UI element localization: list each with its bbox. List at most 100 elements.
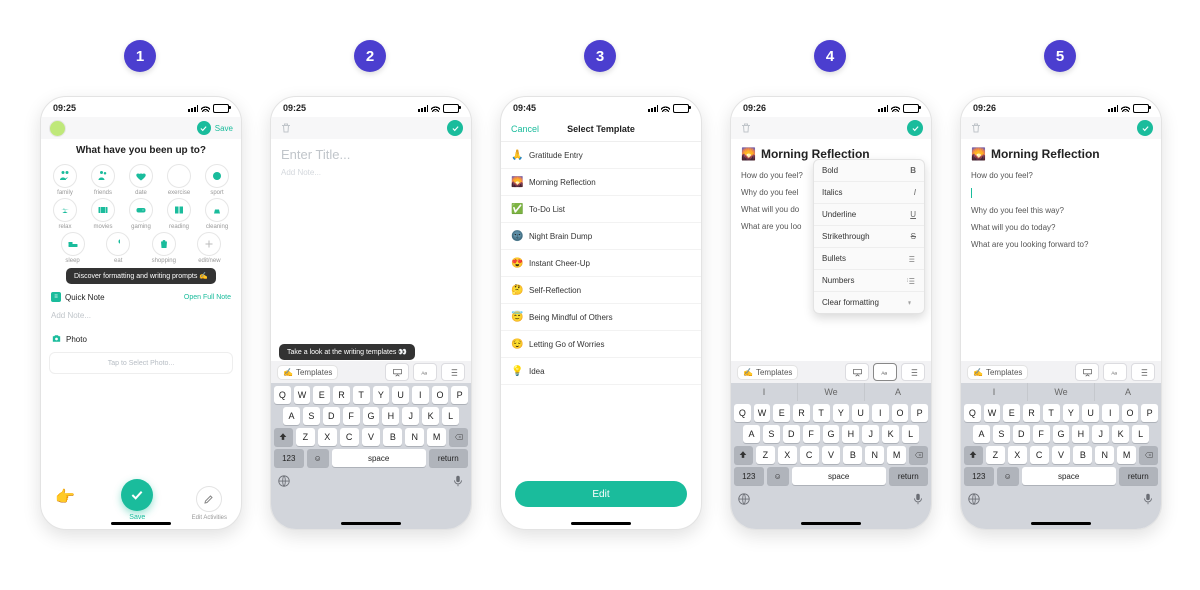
numeric-key[interactable]: 123 bbox=[964, 467, 994, 485]
prompt-text[interactable]: How do you feel? bbox=[971, 167, 1151, 184]
key-E[interactable]: E bbox=[1003, 404, 1020, 422]
activity-date[interactable]: date bbox=[123, 164, 159, 196]
activity-edit[interactable]: edit/new bbox=[191, 232, 227, 264]
key-K[interactable]: K bbox=[422, 407, 439, 425]
prediction[interactable]: I bbox=[731, 383, 798, 401]
key-J[interactable]: J bbox=[1092, 425, 1109, 443]
template-row[interactable]: 😇Being Mindful of Others bbox=[501, 304, 701, 331]
prediction[interactable]: We bbox=[1028, 383, 1095, 401]
list-format-button[interactable] bbox=[1131, 363, 1155, 381]
hide-keyboard-button[interactable] bbox=[845, 363, 869, 381]
mood-avatar[interactable] bbox=[49, 120, 66, 137]
save-main-button[interactable]: Save bbox=[121, 479, 153, 521]
shift-key[interactable] bbox=[734, 446, 753, 464]
key-C[interactable]: C bbox=[800, 446, 819, 464]
format-underline[interactable]: UnderlineU bbox=[814, 204, 924, 226]
shift-key[interactable] bbox=[274, 428, 293, 446]
key-W[interactable]: W bbox=[294, 386, 311, 404]
key-U[interactable]: U bbox=[852, 404, 869, 422]
edit-templates-button[interactable]: Edit bbox=[515, 481, 687, 507]
trash-icon[interactable] bbox=[969, 121, 983, 135]
backspace-key[interactable] bbox=[909, 446, 928, 464]
key-Z[interactable]: Z bbox=[756, 446, 775, 464]
key-S[interactable]: S bbox=[303, 407, 320, 425]
prompt-text[interactable]: What are you looking forward to? bbox=[971, 236, 1151, 253]
key-X[interactable]: X bbox=[778, 446, 797, 464]
key-F[interactable]: F bbox=[803, 425, 820, 443]
text-format-button[interactable]: Aa bbox=[873, 363, 897, 381]
key-L[interactable]: L bbox=[442, 407, 459, 425]
prediction[interactable]: A bbox=[1095, 383, 1161, 401]
key-T[interactable]: T bbox=[1043, 404, 1060, 422]
globe-icon[interactable] bbox=[277, 474, 291, 488]
confirm-button[interactable] bbox=[1137, 120, 1153, 136]
key-V[interactable]: V bbox=[822, 446, 841, 464]
key-P[interactable]: P bbox=[1141, 404, 1158, 422]
key-F[interactable]: F bbox=[1033, 425, 1050, 443]
format-numbers[interactable]: Numbers12 bbox=[814, 270, 924, 292]
key-Q[interactable]: Q bbox=[734, 404, 751, 422]
key-D[interactable]: D bbox=[323, 407, 340, 425]
key-E[interactable]: E bbox=[313, 386, 330, 404]
globe-icon[interactable] bbox=[967, 492, 981, 506]
confirm-button[interactable] bbox=[447, 120, 463, 136]
space-key[interactable]: space bbox=[792, 467, 886, 485]
key-A[interactable]: A bbox=[283, 407, 300, 425]
activity-gaming[interactable]: gaming bbox=[123, 198, 159, 230]
key-J[interactable]: J bbox=[862, 425, 879, 443]
return-key[interactable]: return bbox=[1119, 467, 1158, 485]
template-row[interactable]: 😍Instant Cheer-Up bbox=[501, 250, 701, 277]
key-I[interactable]: I bbox=[1102, 404, 1119, 422]
key-D[interactable]: D bbox=[783, 425, 800, 443]
keyboard[interactable]: IWeAQWERTYUIOPASDFGHJKLZXCVBNM123☺spacer… bbox=[731, 383, 931, 529]
return-key[interactable]: return bbox=[889, 467, 928, 485]
activity-shopping[interactable]: shopping bbox=[146, 232, 182, 264]
key-Z[interactable]: Z bbox=[986, 446, 1005, 464]
prediction[interactable]: A bbox=[865, 383, 931, 401]
key-C[interactable]: C bbox=[1030, 446, 1049, 464]
activity-relax[interactable]: relax bbox=[47, 198, 83, 230]
prompt-text[interactable]: What will you do today? bbox=[971, 219, 1151, 236]
key-P[interactable]: P bbox=[451, 386, 468, 404]
key-X[interactable]: X bbox=[318, 428, 337, 446]
text-format-button[interactable]: Aa bbox=[1103, 363, 1127, 381]
template-row[interactable]: 🙏Gratitude Entry bbox=[501, 142, 701, 169]
shift-key[interactable] bbox=[964, 446, 983, 464]
keyboard[interactable]: QWERTYUIOPASDFGHJKLZXCVBNM123☺spaceretur… bbox=[271, 383, 471, 529]
format-bullets[interactable]: Bullets bbox=[814, 248, 924, 270]
activity-sport[interactable]: sport bbox=[199, 164, 235, 196]
key-U[interactable]: U bbox=[392, 386, 409, 404]
key-B[interactable]: B bbox=[1073, 446, 1092, 464]
activity-sleep[interactable]: sleep bbox=[55, 232, 91, 264]
template-row[interactable]: 💡Idea bbox=[501, 358, 701, 385]
key-M[interactable]: M bbox=[887, 446, 906, 464]
key-P[interactable]: P bbox=[911, 404, 928, 422]
activity-movies[interactable]: movies bbox=[85, 198, 121, 230]
space-key[interactable]: space bbox=[332, 449, 426, 467]
templates-button[interactable]: ✍️ Templates bbox=[277, 365, 338, 380]
key-K[interactable]: K bbox=[882, 425, 899, 443]
key-B[interactable]: B bbox=[843, 446, 862, 464]
key-N[interactable]: N bbox=[865, 446, 884, 464]
keyboard[interactable]: IWeAQWERTYUIOPASDFGHJKLZXCVBNM123☺spacer… bbox=[961, 383, 1161, 529]
templates-button[interactable]: ✍️ Templates bbox=[737, 365, 798, 380]
emoji-key[interactable]: ☺ bbox=[997, 467, 1019, 485]
key-K[interactable]: K bbox=[1112, 425, 1129, 443]
template-row[interactable]: 🌄Morning Reflection bbox=[501, 169, 701, 196]
key-X[interactable]: X bbox=[1008, 446, 1027, 464]
template-row[interactable]: 🌚Night Brain Dump bbox=[501, 223, 701, 250]
format-clear-formatting[interactable]: Clear formattingT bbox=[814, 292, 924, 313]
template-row[interactable]: 😌Letting Go of Worries bbox=[501, 331, 701, 358]
photo-picker[interactable]: Tap to Select Photo... bbox=[49, 352, 233, 374]
activity-eat[interactable]: eat bbox=[100, 232, 136, 264]
mic-icon[interactable] bbox=[451, 474, 465, 488]
prompt-text[interactable]: Why do you feel this way? bbox=[971, 202, 1151, 219]
list-format-button[interactable] bbox=[901, 363, 925, 381]
key-S[interactable]: S bbox=[763, 425, 780, 443]
key-Q[interactable]: Q bbox=[274, 386, 291, 404]
home-indicator[interactable] bbox=[341, 522, 401, 525]
format-bold[interactable]: BoldB bbox=[814, 160, 924, 182]
key-T[interactable]: T bbox=[353, 386, 370, 404]
keyboard-predictions[interactable]: IWeA bbox=[731, 383, 931, 401]
activity-friends[interactable]: friends bbox=[85, 164, 121, 196]
